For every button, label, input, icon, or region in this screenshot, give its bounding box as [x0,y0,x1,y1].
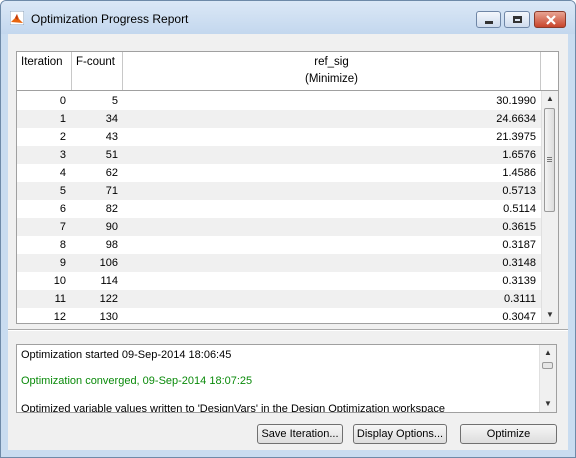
cell-iteration: 3 [59,149,66,161]
cell-iteration: 2 [59,131,66,143]
title-bar[interactable]: Optimization Progress Report [1,1,575,34]
arrow-down-icon[interactable]: ▼ [542,307,558,323]
cell-ref-sig: 0.3111 [503,293,536,305]
cell-fcount: 5 [111,95,118,107]
cell-fcount: 43 [105,131,118,143]
cell-ref-sig: 0.3615 [502,221,536,233]
cell-ref-sig: 0.3047 [502,311,536,323]
window-title: Optimization Progress Report [31,12,189,26]
table-row[interactable]: 11 122 0.3111 [17,290,541,308]
cell-ref-sig: 1.4586 [502,167,536,179]
cell-ref-sig: 30.1990 [496,95,536,107]
table-row[interactable]: 9 106 0.3148 [17,254,541,272]
display-options-button[interactable]: Display Options... [353,424,447,444]
optimization-progress-window: Optimization Progress Report Iteration F… [0,0,576,458]
cell-ref-sig: 0.3187 [502,239,536,251]
table-row[interactable]: 3 51 1.6576 [17,146,541,164]
scrollbar-thumb[interactable] [542,362,553,369]
table-row[interactable]: 7 90 0.3615 [17,218,541,236]
log-line-started: Optimization started 09-Sep-2014 18:06:4… [21,349,232,361]
save-iteration-button[interactable]: Save Iteration... [257,424,343,444]
cell-iteration: 12 [53,311,66,323]
table-row[interactable]: 1 34 24.6634 [17,110,541,128]
log-line-written: Optimized variable values written to 'De… [21,403,446,413]
header-ref-sig[interactable]: ref_sig (Minimize) [123,52,541,90]
grip-line [547,157,552,158]
iteration-table: Iteration F-count ref_sig (Minimize) 0 5 3… [16,51,559,324]
table-row[interactable]: 0 5 30.1990 [17,92,541,110]
cell-iteration: 0 [59,95,66,107]
table-row[interactable]: 8 98 0.3187 [17,236,541,254]
header-iteration-label: Iteration [21,56,63,68]
dialog-body: Iteration F-count ref_sig (Minimize) 0 5 3… [8,34,568,450]
cell-iteration: 7 [59,221,66,233]
minimize-icon [485,21,493,24]
minimize-button[interactable] [476,11,501,28]
grip-line [547,159,552,160]
cell-fcount: 82 [105,203,118,215]
splitter-highlight [8,330,568,331]
cell-ref-sig: 0.5713 [502,185,536,197]
maximize-button[interactable] [504,11,530,28]
cell-fcount: 51 [105,149,118,161]
cell-iteration: 11 [54,293,66,305]
cell-ref-sig: 0.3139 [502,275,536,287]
grip-line [547,161,552,162]
header-fcount[interactable]: F-count [72,52,123,90]
header-ref-sig-sublabel: (Minimize) [304,73,359,85]
cell-iteration: 6 [59,203,66,215]
table-header: Iteration F-count ref_sig (Minimize) [17,52,558,91]
arrow-up-icon[interactable]: ▲ [542,91,558,107]
cell-iteration: 1 [59,113,66,125]
close-button[interactable] [534,11,566,28]
log-line-converged: Optimization converged, 09-Sep-2014 18:0… [21,375,253,387]
cell-ref-sig: 1.6576 [502,149,536,161]
cell-iteration: 5 [59,185,66,197]
cell-iteration: 9 [59,257,66,269]
cell-fcount: 130 [99,311,118,323]
table-row[interactable]: 5 71 0.5713 [17,182,541,200]
cell-fcount: 71 [105,185,118,197]
matlab-icon [10,11,24,25]
table-row[interactable]: 2 43 21.3975 [17,128,541,146]
maximize-icon [513,16,522,23]
cell-fcount: 106 [99,257,118,269]
cell-fcount: 90 [105,221,118,233]
cell-fcount: 122 [99,293,118,305]
cell-ref-sig: 24.6634 [496,113,536,125]
table-row[interactable]: 12 130 0.3047 [17,308,541,323]
cell-ref-sig: 21.3975 [496,131,536,143]
close-icon [546,15,556,25]
cell-ref-sig: 0.3148 [502,257,536,269]
arrow-down-icon[interactable]: ▼ [540,396,556,412]
optimize-button[interactable]: Optimize [460,424,557,444]
scrollbar-thumb[interactable] [544,108,555,212]
log-scrollbar[interactable]: ▲ ▼ [539,345,556,412]
header-ref-sig-label: ref_sig [314,56,349,68]
cell-fcount: 34 [105,113,118,125]
table-row[interactable]: 4 62 1.4586 [17,164,541,182]
cell-fcount: 62 [105,167,118,179]
cell-ref-sig: 0.5114 [503,203,536,215]
table-scrollbar[interactable]: ▲ ▼ [541,91,558,323]
cell-fcount: 98 [105,239,118,251]
cell-iteration: 8 [59,239,66,251]
arrow-up-icon[interactable]: ▲ [540,345,556,361]
cell-iteration: 10 [53,275,66,287]
log-panel: Optimization started 09-Sep-2014 18:06:4… [16,344,557,413]
table-row[interactable]: 10 114 0.3139 [17,272,541,290]
header-fcount-label: F-count [76,56,115,68]
cell-iteration: 4 [59,167,66,179]
cell-fcount: 114 [100,275,118,287]
header-iteration[interactable]: Iteration [17,52,72,90]
table-row[interactable]: 6 82 0.5114 [17,200,541,218]
